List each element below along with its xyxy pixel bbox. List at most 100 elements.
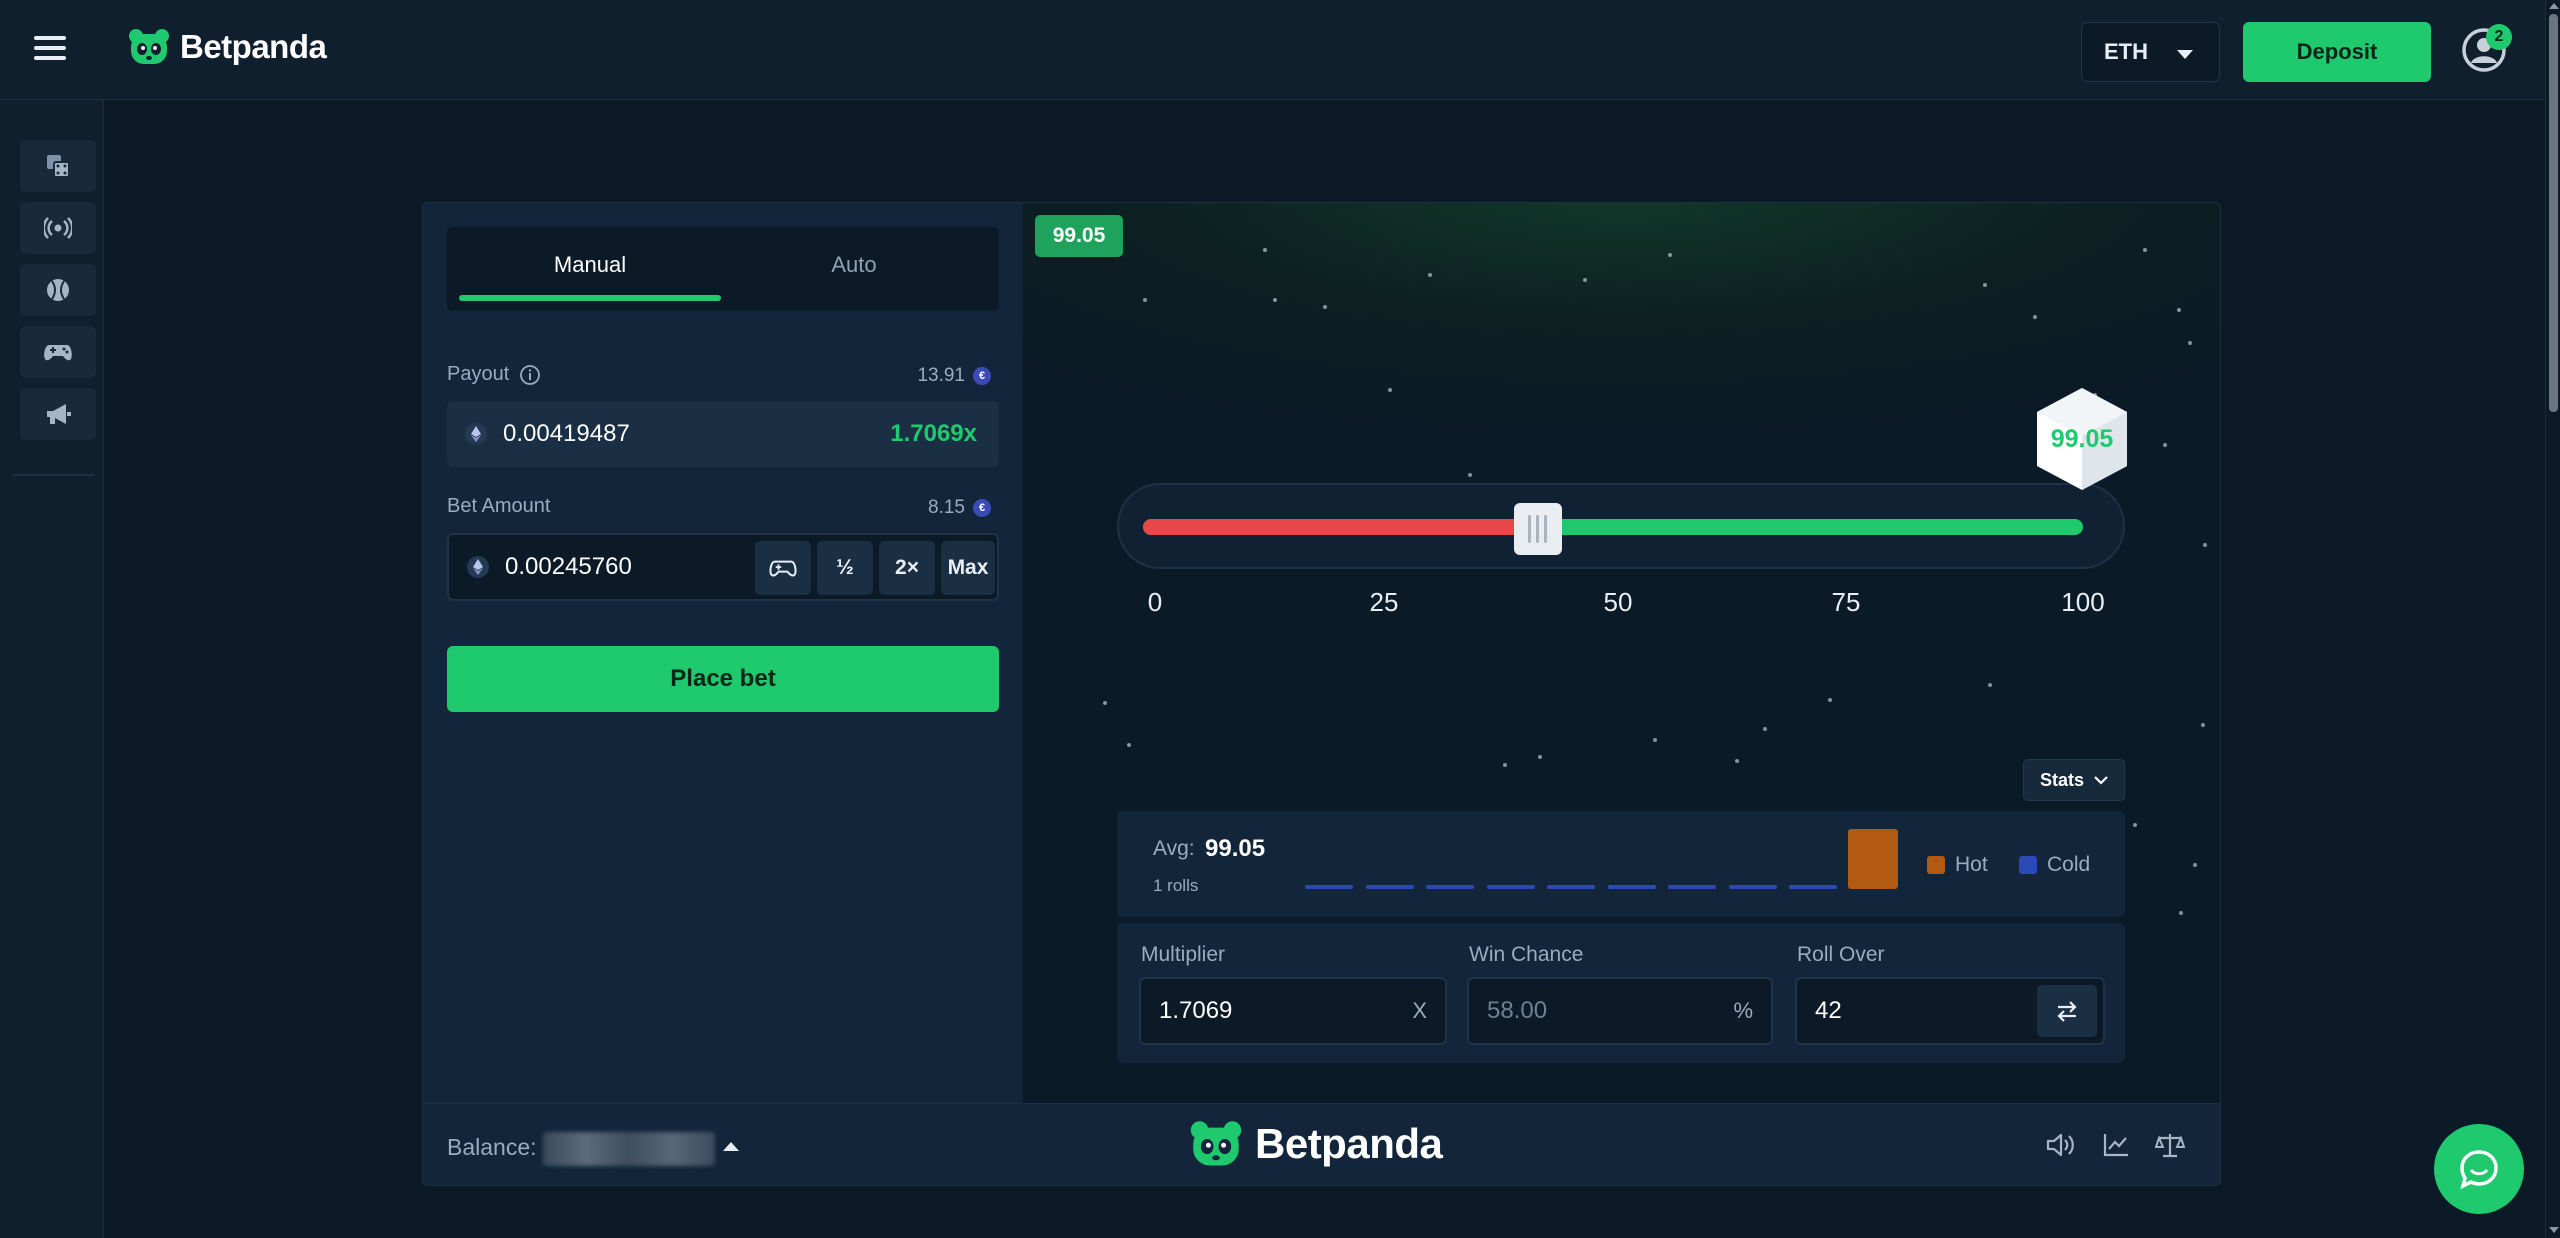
star-dot — [1828, 698, 1832, 702]
star-dot — [2179, 911, 2183, 915]
fairness-button[interactable] — [2153, 1128, 2187, 1162]
footer-brand-name: Betpanda — [1255, 1120, 1443, 1167]
live-chat-button[interactable] — [2434, 1124, 2524, 1214]
chevron-down-icon — [2177, 50, 2193, 59]
legend-cold: Cold — [2019, 853, 2090, 877]
cold-roll-dash — [1728, 885, 1777, 889]
roll-over-input[interactable]: 42 — [1795, 977, 2105, 1045]
rail-divider — [12, 474, 94, 476]
max-bet-button[interactable]: Max — [941, 541, 995, 595]
tab-manual[interactable]: Manual — [459, 227, 721, 303]
payout-label: Payout — [447, 363, 541, 386]
win-chance-input[interactable]: 58.00 % — [1467, 977, 1773, 1045]
star-dot — [1143, 298, 1147, 302]
brand-logo[interactable]: Betpanda — [128, 28, 327, 66]
lose-zone — [1143, 519, 1538, 535]
stats-label: Stats — [2039, 769, 2084, 790]
star-dot — [1983, 283, 1987, 287]
roll-over-value: 42 — [1815, 997, 1842, 1024]
cold-roll-dash — [1486, 885, 1535, 889]
place-bet-button[interactable]: Place bet — [447, 646, 999, 712]
multiplier-input[interactable]: 1.7069 X — [1139, 977, 1447, 1045]
scroll-up-icon[interactable] — [2549, 3, 2559, 9]
last-result-chip[interactable]: 99.05 — [1035, 215, 1123, 257]
stats-toggle-button[interactable]: Stats — [2023, 759, 2125, 801]
star-dot — [1538, 755, 1542, 759]
star-dot — [1503, 763, 1507, 767]
active-tab-indicator — [459, 295, 721, 301]
star-dot — [2188, 341, 2192, 345]
sound-button[interactable] — [2043, 1128, 2077, 1162]
payout-fiat-value: 13.91 — [917, 365, 965, 386]
star-dot — [1388, 388, 1392, 392]
rail-item-live[interactable] — [20, 202, 96, 254]
roll-slider-bar[interactable] — [1143, 519, 2083, 535]
slider-handle[interactable] — [1513, 503, 1562, 555]
legend-cold-label: Cold — [2047, 853, 2091, 876]
rail-item-sports[interactable] — [20, 264, 96, 316]
star-dot — [1735, 759, 1739, 763]
double-bet-button[interactable]: 2× — [879, 541, 935, 595]
bet-panel: Manual Auto Payout 13.91 € 0.00419487 1.… — [423, 203, 1023, 1103]
fairness-icon — [2155, 1134, 2185, 1158]
bet-amount-label: Bet Amount — [447, 495, 550, 518]
currency-selector[interactable]: ETH — [2081, 22, 2220, 82]
live-stats-button[interactable] — [2099, 1128, 2133, 1162]
caret-up-icon[interactable] — [723, 1142, 739, 1151]
star-dot — [1127, 743, 1131, 747]
cold-roll-dash — [1668, 885, 1716, 889]
cold-roll-dash — [1547, 885, 1595, 889]
balance-label: Balance: — [447, 1134, 537, 1160]
bet-game-button[interactable] — [755, 541, 811, 595]
bet-amount-input[interactable]: 0.00245760 — [505, 553, 632, 581]
roll-stats-panel: Avg: 99.05 1 rolls Hot Cold — [1117, 811, 2125, 917]
star-dot — [1653, 738, 1657, 742]
euro-coin-icon: € — [973, 499, 991, 517]
sound-icon — [2046, 1133, 2074, 1157]
eth-icon — [467, 556, 489, 578]
tab-auto[interactable]: Auto — [723, 227, 985, 303]
half-bet-button[interactable]: ½ — [817, 541, 873, 595]
star-dot — [2133, 823, 2137, 827]
multiplier-suffix: X — [1412, 998, 1427, 1023]
star-dot — [2143, 248, 2147, 252]
cold-roll-dash — [1426, 885, 1474, 889]
payout-amount: 0.00419487 — [503, 420, 630, 447]
tick-label: 100 — [2061, 587, 2105, 617]
tick-label: 50 — [1603, 587, 1633, 617]
roll-over-label: Roll Over — [1797, 943, 1885, 966]
star-dot — [1273, 298, 1277, 302]
swap-direction-button[interactable] — [2037, 985, 2097, 1037]
cold-roll-dash — [1607, 885, 1656, 889]
balance-hidden-value — [543, 1132, 715, 1166]
rail-item-casino[interactable] — [20, 140, 96, 192]
payout-label-text: Payout — [447, 363, 510, 385]
hamburger-menu-icon[interactable] — [34, 36, 66, 64]
page-scrollbar[interactable] — [2545, 0, 2560, 1238]
top-bar: Betpanda ETH Deposit 2 — [0, 0, 2545, 100]
deposit-button[interactable]: Deposit — [2243, 22, 2431, 82]
star-dot — [2201, 723, 2205, 727]
star-dot — [1468, 473, 1472, 477]
legend-hot: Hot — [1927, 853, 1988, 877]
scroll-thumb[interactable] — [2549, 14, 2558, 412]
cold-roll-dash — [1365, 885, 1414, 889]
dice-result: 99.05 — [2050, 425, 2114, 453]
avg-value: 99.05 — [1205, 835, 1266, 862]
swap-arrows-icon — [2057, 1001, 2077, 1022]
rail-item-games[interactable] — [20, 326, 96, 378]
gamepad-icon — [769, 560, 797, 577]
star-dot — [2193, 863, 2197, 867]
multiplier-value: 1.7069 — [1159, 997, 1233, 1024]
cold-swatch — [2019, 856, 2037, 874]
payout-field: 0.00419487 1.7069x — [447, 401, 999, 467]
info-icon[interactable] — [519, 364, 541, 386]
rail-item-promotions[interactable] — [20, 388, 96, 440]
sports-icon — [47, 279, 69, 301]
star-dot — [1583, 278, 1587, 282]
bet-amount-field[interactable]: 0.00245760 ½ 2× Max — [447, 533, 999, 601]
bet-side-value: 8.15 € — [928, 497, 991, 519]
rolls-count: 1 rolls — [1153, 876, 1199, 895]
scroll-down-icon[interactable] — [2549, 1227, 2559, 1233]
star-dot — [1668, 253, 1672, 257]
